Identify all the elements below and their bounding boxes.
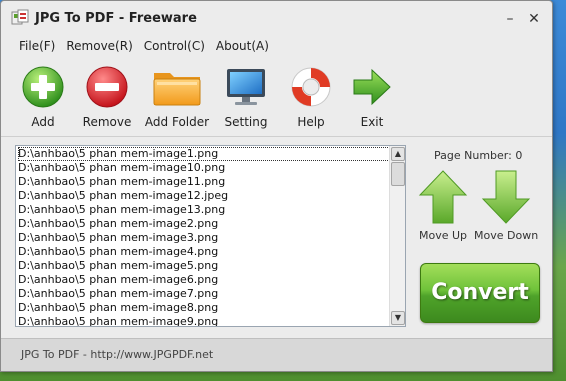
folder-icon xyxy=(151,63,203,111)
add-folder-label: Add Folder xyxy=(144,115,210,129)
setting-button[interactable]: Setting xyxy=(214,63,278,129)
file-list-item[interactable]: D:\anhbao\5 phan mem-image7.png xyxy=(18,287,405,301)
close-button[interactable]: ✕ xyxy=(522,9,546,29)
toolbar: Add Remove Add Folder Setting Help Exit xyxy=(1,57,552,137)
add-folder-button[interactable]: Add Folder xyxy=(142,63,212,129)
exit-arrow-icon xyxy=(350,63,394,111)
file-list-item[interactable]: D:\anhbao\5 phan mem-image5.png xyxy=(18,259,405,273)
convert-button[interactable]: Convert xyxy=(420,263,540,323)
file-list-item[interactable]: D:\anhbao\5 phan mem-image2.png xyxy=(18,217,405,231)
menu-remove[interactable]: Remove(R) xyxy=(66,39,132,53)
lifebuoy-icon xyxy=(289,63,333,111)
exit-button[interactable]: Exit xyxy=(344,63,400,129)
window-title: JPG To PDF - Freeware xyxy=(35,10,197,26)
add-icon xyxy=(21,63,65,111)
arrow-up-icon xyxy=(418,170,468,224)
help-label: Help xyxy=(297,115,325,129)
move-up-button[interactable]: Move Up xyxy=(418,169,468,242)
menu-about[interactable]: About(A) xyxy=(216,39,269,53)
exit-label: Exit xyxy=(360,115,384,129)
move-up-label: Move Up xyxy=(418,229,468,242)
app-window: JPG To PDF - Freeware – ✕ File(F) Remove… xyxy=(0,0,553,372)
scroll-down-icon[interactable]: ▼ xyxy=(391,311,405,325)
file-list[interactable]: D:\anhbao\5 phan mem-image1.png D:\anhbao… xyxy=(15,145,406,327)
file-list-item[interactable]: D:\anhbao\5 phan mem-image13.png xyxy=(18,203,405,217)
move-down-button[interactable]: Move Down xyxy=(474,169,538,242)
vertical-scrollbar[interactable]: ▲ ▼ xyxy=(389,146,405,326)
menu-bar: File(F) Remove(R) Control(C) About(A) xyxy=(1,35,552,57)
add-label: Add xyxy=(31,115,55,129)
file-list-items: D:\anhbao\5 phan mem-image1.png D:\anhbao… xyxy=(16,146,405,326)
menu-file[interactable]: File(F) xyxy=(19,39,55,53)
monitor-icon xyxy=(224,63,268,111)
file-list-item[interactable]: D:\anhbao\5 phan mem-image12.jpeg xyxy=(18,189,405,203)
title-bar: JPG To PDF - Freeware – ✕ xyxy=(1,1,552,35)
file-list-item[interactable]: D:\anhbao\5 phan mem-image11.png xyxy=(18,175,405,189)
scroll-thumb[interactable] xyxy=(391,162,405,186)
page-number: Page Number: 0 xyxy=(434,149,523,162)
arrow-down-icon xyxy=(481,170,531,224)
setting-label: Setting xyxy=(224,115,268,129)
file-list-item[interactable]: D:\anhbao\5 phan mem-image9.png xyxy=(18,315,405,326)
help-button[interactable]: Help xyxy=(280,63,342,129)
remove-icon xyxy=(85,63,129,111)
window-controls: – ✕ xyxy=(498,9,546,29)
file-list-item[interactable]: D:\anhbao\5 phan mem-image4.png xyxy=(18,245,405,259)
minimize-button[interactable]: – xyxy=(498,9,522,29)
app-icon xyxy=(11,9,29,25)
move-down-label: Move Down xyxy=(474,229,539,242)
add-button[interactable]: Add xyxy=(14,63,72,129)
file-list-item[interactable]: D:\anhbao\5 phan mem-image10.png xyxy=(18,161,405,175)
file-list-item[interactable]: D:\anhbao\5 phan mem-image8.png xyxy=(18,301,405,315)
file-list-item[interactable]: D:\anhbao\5 phan mem-image6.png xyxy=(18,273,405,287)
scroll-up-icon[interactable]: ▲ xyxy=(391,147,405,161)
main-content: D:\anhbao\5 phan mem-image1.png D:\anhbao… xyxy=(1,137,552,341)
remove-button[interactable]: Remove xyxy=(74,63,140,129)
file-list-item[interactable]: D:\anhbao\5 phan mem-image1.png xyxy=(18,147,390,161)
file-list-item[interactable]: D:\anhbao\5 phan mem-image3.png xyxy=(18,231,405,245)
remove-label: Remove xyxy=(82,115,132,129)
menu-control[interactable]: Control(C) xyxy=(144,39,205,53)
status-footer: JPG To PDF - http://www.JPGPDF.net xyxy=(1,338,552,371)
